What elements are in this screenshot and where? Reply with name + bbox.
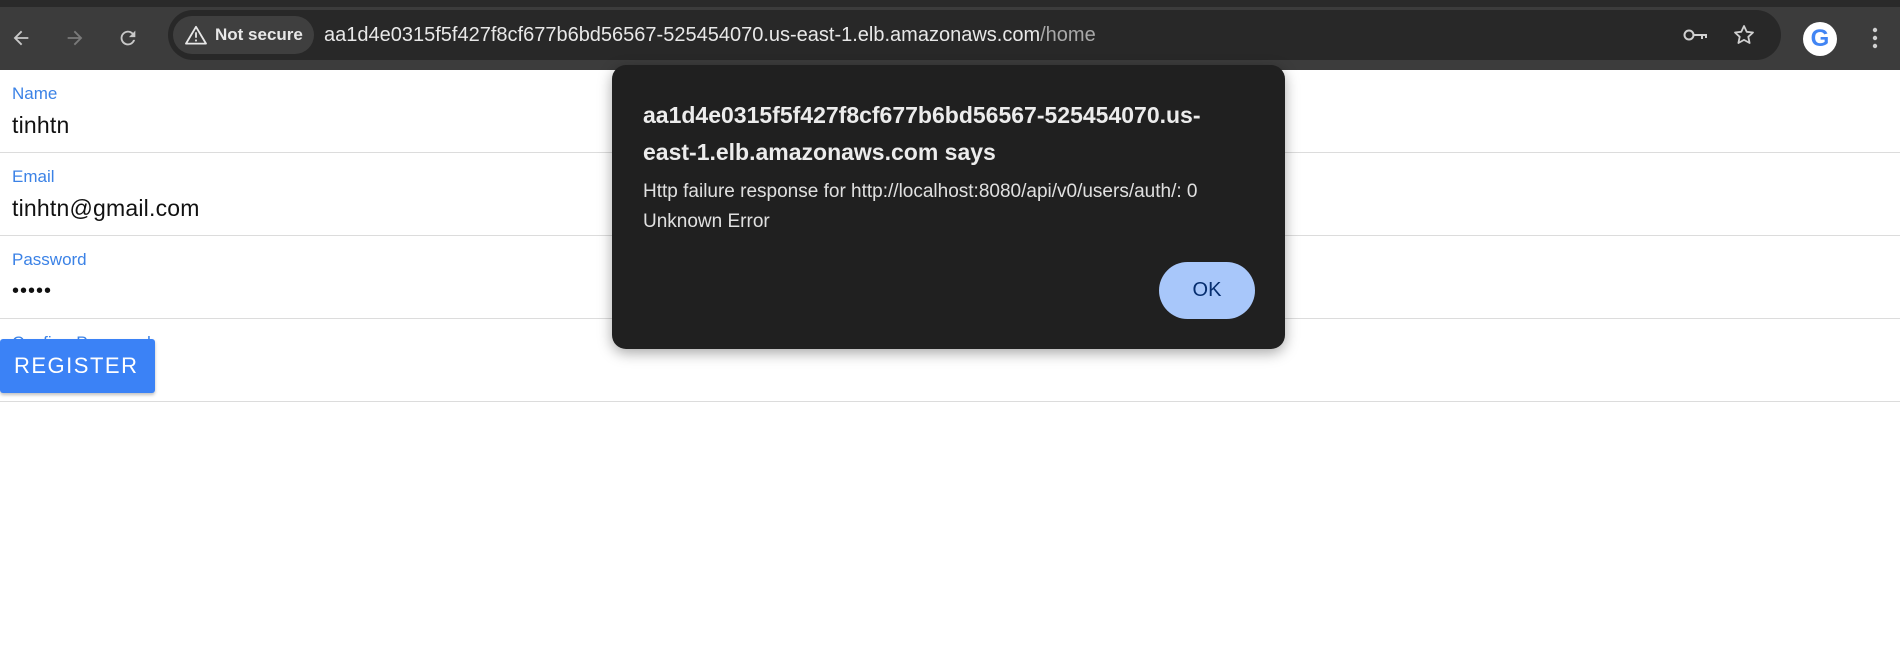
browser-toolbar: Not secure aa1d4e0315f5f427f8cf677b6bd56…: [0, 0, 1900, 70]
browser-menu-button[interactable]: [1860, 23, 1890, 57]
name-input[interactable]: tinhtn: [12, 112, 69, 139]
password-label: Password: [12, 250, 87, 269]
name-label: Name: [12, 84, 58, 103]
forward-button[interactable]: [57, 20, 93, 56]
star-icon[interactable]: [1731, 22, 1757, 48]
security-chip[interactable]: Not secure: [173, 16, 314, 54]
dialog-message: Http failure response for http://localho…: [643, 181, 1198, 232]
email-label: Email: [12, 167, 55, 186]
reload-button[interactable]: [110, 20, 146, 56]
ok-button[interactable]: OK: [1159, 262, 1255, 319]
back-button[interactable]: [3, 20, 39, 56]
reload-icon: [117, 27, 139, 49]
security-label: Not secure: [215, 25, 303, 44]
back-arrow-icon: [10, 27, 32, 49]
url-text[interactable]: aa1d4e0315f5f427f8cf677b6bd56567-5254540…: [324, 10, 1096, 60]
password-input[interactable]: •••••: [12, 280, 52, 303]
dialog-title: aa1d4e0315f5f427f8cf677b6bd56567-5254540…: [643, 102, 1201, 165]
address-bar[interactable]: Not secure aa1d4e0315f5f427f8cf677b6bd56…: [168, 10, 1781, 60]
google-icon: G: [1810, 25, 1830, 52]
register-button[interactable]: REGISTER: [0, 339, 155, 393]
email-input[interactable]: tinhtn@gmail.com: [12, 195, 200, 222]
url-path: /home: [1040, 24, 1096, 46]
key-icon[interactable]: [1683, 22, 1709, 48]
forward-arrow-icon: [64, 27, 86, 49]
url-host: aa1d4e0315f5f427f8cf677b6bd56567-5254540…: [324, 24, 1041, 46]
alert-dialog: aa1d4e0315f5f427f8cf677b6bd56567-5254540…: [612, 65, 1285, 349]
more-vert-icon: [1872, 27, 1878, 54]
profile-button[interactable]: G: [1803, 22, 1837, 56]
warning-icon: [185, 25, 207, 45]
